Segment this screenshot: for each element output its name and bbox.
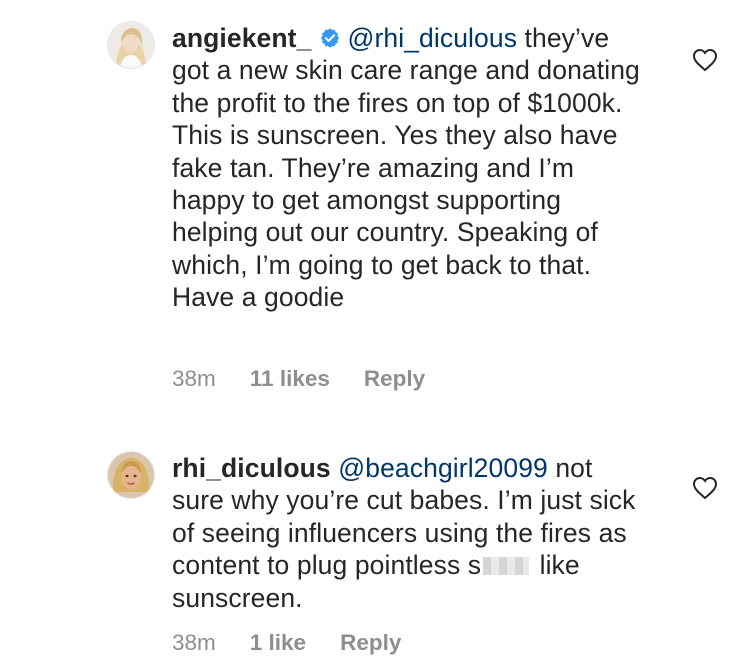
avatar[interactable] — [108, 452, 154, 498]
mention-link[interactable]: @rhi_diculous — [347, 23, 517, 53]
comment-time: 38m — [172, 366, 216, 391]
mention-link[interactable]: @beachgirl20099 — [338, 453, 548, 483]
avatar-image — [108, 22, 154, 68]
censor-blur — [483, 557, 530, 576]
reply-button[interactable]: Reply — [364, 366, 425, 392]
likes-count[interactable]: 11 likes — [250, 366, 330, 392]
comment-time: 38m — [172, 630, 216, 655]
comment-item: angiekent_ @rhi_diculous they’ve got a ne… — [0, 0, 755, 420]
avatar-image — [108, 452, 154, 498]
heart-outline-icon[interactable] — [692, 476, 718, 500]
likes-count[interactable]: 1 like — [250, 630, 306, 656]
heart-outline-icon[interactable] — [692, 48, 718, 72]
comment-text: rhi_diculous @beachgirl20099 not sure wh… — [172, 452, 642, 614]
comment-username[interactable]: angiekent_ — [172, 23, 311, 53]
comment-meta: 38m 1 like Reply — [172, 630, 401, 656]
avatar[interactable] — [108, 22, 154, 68]
comment-username[interactable]: rhi_diculous — [172, 453, 331, 483]
reply-button[interactable]: Reply — [340, 630, 401, 656]
comment-body: they’ve got a new skin care range and do… — [172, 23, 640, 313]
comment-item: rhi_diculous @beachgirl20099 not sure wh… — [0, 440, 755, 655]
comment-meta: 38m 11 likes Reply — [172, 366, 425, 392]
comment-text: angiekent_ @rhi_diculous they’ve got a ne… — [172, 22, 642, 314]
verified-badge-icon — [319, 24, 341, 48]
